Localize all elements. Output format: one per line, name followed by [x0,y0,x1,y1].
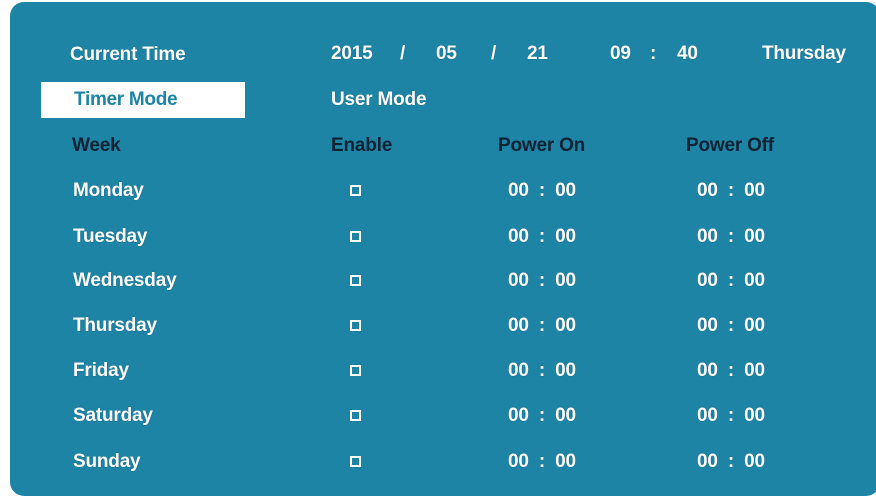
power-off-time-sunday[interactable]: 00 : 00 [697,451,765,473]
power-off-column-header: Power Off [686,135,774,156]
power-off-time-wednesday[interactable]: 00 : 00 [697,270,765,292]
enable-checkbox-monday[interactable] [350,185,361,196]
power-off-time-friday[interactable]: 00 : 00 [697,360,765,382]
power-off-time-tuesday[interactable]: 00 : 00 [697,226,765,248]
day-label-monday: Monday [73,180,144,201]
day-label-wednesday: Wednesday [73,270,177,291]
enable-checkbox-wednesday[interactable] [350,275,361,286]
day-label-saturday: Saturday [73,405,153,426]
power-off-time-saturday[interactable]: 00 : 00 [697,405,765,427]
power-off-time-monday[interactable]: 00 : 00 [697,180,765,202]
power-on-time-tuesday[interactable]: 00 : 00 [508,226,576,248]
enable-checkbox-tuesday[interactable] [350,231,361,242]
enable-checkbox-saturday[interactable] [350,410,361,421]
time-separator: : [650,43,657,64]
current-minute-value[interactable]: 40 [677,43,698,65]
current-hour-value[interactable]: 09 [610,43,631,65]
power-off-time-thursday[interactable]: 00 : 00 [697,315,765,337]
power-on-time-monday[interactable]: 00 : 00 [508,180,576,202]
power-on-time-saturday[interactable]: 00 : 00 [508,405,576,427]
power-on-time-sunday[interactable]: 00 : 00 [508,451,576,473]
day-label-sunday: Sunday [73,451,141,472]
enable-checkbox-thursday[interactable] [350,320,361,331]
week-column-header: Week [72,135,121,156]
enable-checkbox-friday[interactable] [350,365,361,376]
current-month-value[interactable]: 05 [436,43,457,65]
power-on-column-header: Power On [498,135,586,156]
enable-checkbox-sunday[interactable] [350,456,361,467]
current-day-value[interactable]: 21 [527,43,548,65]
day-label-thursday: Thursday [73,315,157,336]
timer-mode-label[interactable]: Timer Mode [74,89,178,111]
day-label-tuesday: Tuesday [73,226,148,247]
enable-column-header: Enable [331,135,393,156]
current-time-label: Current Time [70,44,186,65]
current-weekday-value: Thursday [762,43,846,64]
current-year-value[interactable]: 2015 [331,43,373,65]
power-on-time-friday[interactable]: 00 : 00 [508,360,576,382]
day-label-friday: Friday [73,360,129,381]
date-separator: / [491,43,497,64]
user-mode-tab[interactable]: User Mode [331,89,427,111]
date-separator: / [400,43,406,64]
power-on-time-thursday[interactable]: 00 : 00 [508,315,576,337]
power-on-time-wednesday[interactable]: 00 : 00 [508,270,576,292]
